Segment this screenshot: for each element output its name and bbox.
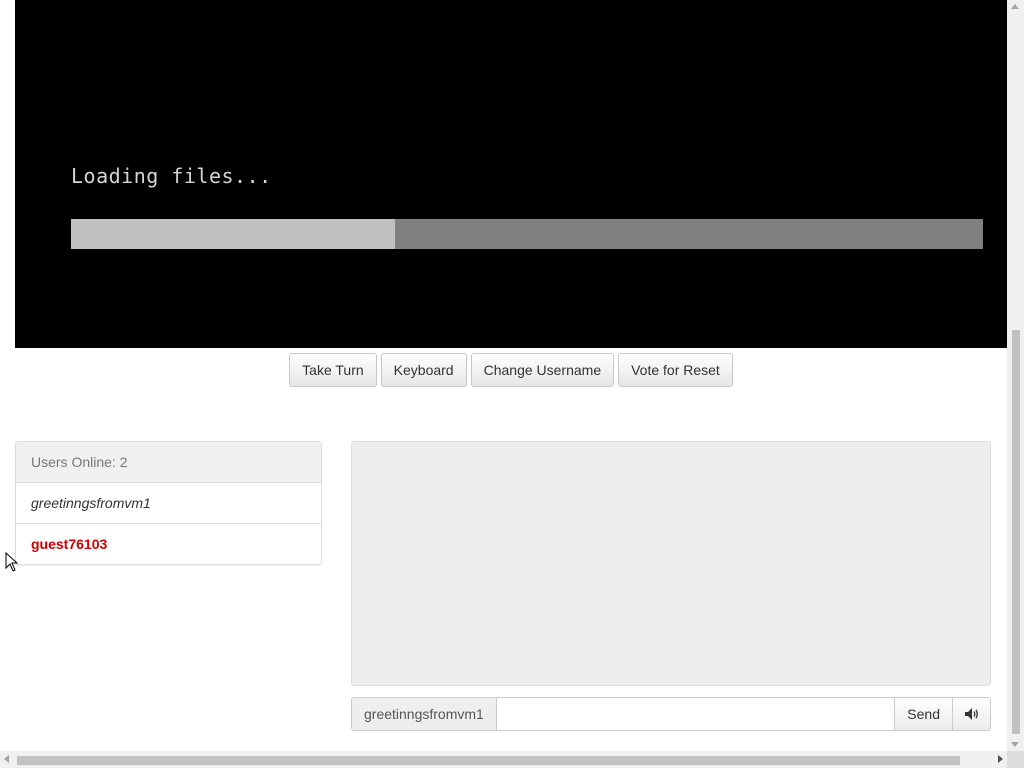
vertical-scroll-thumb[interactable] bbox=[1012, 330, 1020, 734]
username-label: greetinngsfromvm1 bbox=[31, 495, 151, 511]
scrollbar-corner bbox=[1007, 751, 1024, 768]
send-button[interactable]: Send bbox=[895, 697, 953, 731]
vertical-scrollbar[interactable] bbox=[1007, 0, 1024, 751]
users-online-panel: Users Online: 2 greetinngsfromvm1 guest7… bbox=[15, 441, 322, 565]
user-list-item[interactable]: greetinngsfromvm1 bbox=[16, 483, 321, 524]
take-turn-button[interactable]: Take Turn bbox=[289, 353, 377, 387]
users-online-header: Users Online: 2 bbox=[16, 442, 321, 483]
vm-screen[interactable]: Loading files... bbox=[15, 0, 1007, 348]
chat-username-addon: greetinngsfromvm1 bbox=[351, 697, 497, 731]
horizontal-scroll-thumb[interactable] bbox=[17, 756, 960, 765]
scroll-down-arrow-icon[interactable] bbox=[1011, 742, 1019, 747]
vm-progress-fill bbox=[71, 219, 395, 249]
change-username-button[interactable]: Change Username bbox=[470, 353, 615, 387]
scroll-right-arrow-icon[interactable] bbox=[998, 755, 1003, 763]
vote-reset-button[interactable]: Vote for Reset bbox=[618, 353, 733, 387]
scroll-left-arrow-icon[interactable] bbox=[4, 755, 9, 763]
chat-message-input[interactable] bbox=[496, 697, 896, 731]
vm-toolbar: Take Turn Keyboard Change Username Vote … bbox=[0, 353, 1007, 387]
mouse-cursor-icon bbox=[5, 552, 19, 572]
user-list-item-self[interactable]: guest76103 bbox=[16, 524, 321, 564]
horizontal-scrollbar[interactable] bbox=[0, 751, 1007, 768]
chat-messages[interactable] bbox=[351, 441, 991, 686]
speaker-icon bbox=[964, 708, 978, 720]
vm-status-text: Loading files... bbox=[71, 164, 272, 188]
vm-progress-bar bbox=[71, 219, 983, 249]
keyboard-button[interactable]: Keyboard bbox=[380, 353, 467, 387]
username-label: guest76103 bbox=[31, 536, 108, 552]
scroll-up-arrow-icon[interactable] bbox=[1011, 4, 1019, 9]
sound-toggle-button[interactable] bbox=[953, 697, 991, 731]
chat-input-row: greetinngsfromvm1 Send bbox=[351, 697, 991, 731]
